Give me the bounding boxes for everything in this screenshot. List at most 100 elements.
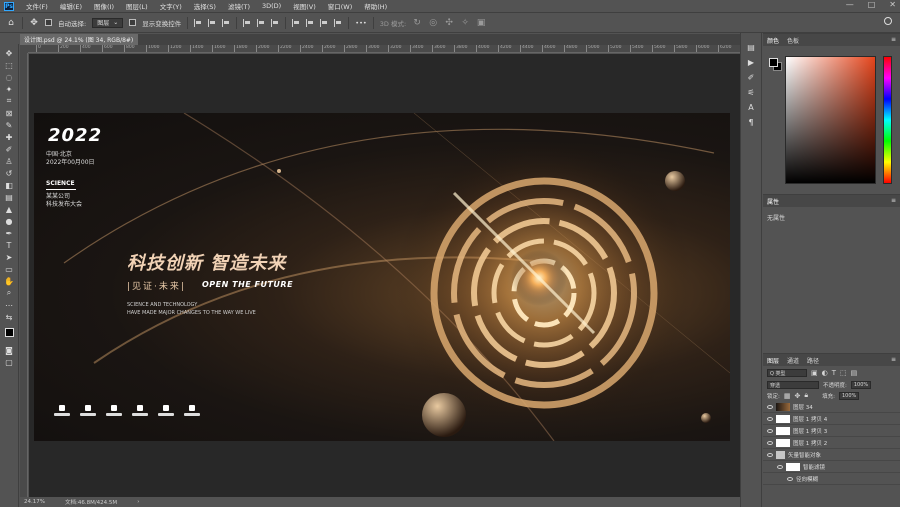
visibility-eye-icon[interactable] — [767, 404, 773, 409]
align-bottom-icon[interactable] — [271, 18, 279, 27]
vertical-ruler[interactable] — [20, 53, 28, 497]
eraser-tool-icon[interactable]: ◧ — [3, 180, 15, 190]
3d-scale-icon[interactable]: ▣ — [476, 18, 486, 28]
align-middle-icon[interactable] — [257, 18, 265, 27]
3d-roll-icon[interactable]: ◎ — [428, 18, 438, 28]
filter-shape-icon[interactable]: ⬚ — [840, 369, 847, 377]
filter-adjust-icon[interactable]: ◐ — [822, 369, 828, 377]
3d-slide-icon[interactable]: ✧ — [460, 18, 470, 28]
crop-tool-icon[interactable]: ⌗ — [3, 96, 15, 106]
healing-brush-tool-icon[interactable]: ✚ — [3, 132, 15, 142]
layer-name[interactable]: 图层 34 — [793, 403, 813, 411]
hand-tool-icon[interactable]: ✋ — [3, 276, 15, 286]
distribute-center-icon[interactable] — [306, 18, 314, 27]
frame-tool-icon[interactable]: ⊠ — [3, 108, 15, 118]
align-left-icon[interactable] — [194, 18, 202, 27]
filter-smart-icon[interactable]: ▤ — [851, 369, 858, 377]
lock-all-icon[interactable]: 🔒︎ — [804, 391, 808, 400]
distribute-right-icon[interactable] — [320, 18, 328, 27]
path-selection-tool-icon[interactable]: ➤ — [3, 252, 15, 262]
menu-3d[interactable]: 3D(D) — [256, 2, 287, 10]
magic-wand-tool-icon[interactable]: ✦ — [3, 84, 15, 94]
layer-item[interactable]: 图层 34 — [763, 401, 900, 413]
minimize-button[interactable]: — — [846, 0, 854, 9]
quick-mask-icon[interactable]: ◙ — [3, 345, 15, 355]
lasso-tool-icon[interactable]: ◌ — [3, 72, 15, 82]
brush-settings-icon[interactable]: ✐ — [746, 73, 756, 82]
tab-properties[interactable]: 属性 — [767, 197, 779, 206]
visibility-eye-icon[interactable] — [767, 452, 773, 457]
layer-item[interactable]: 图层 1 拷贝 2 — [763, 437, 900, 449]
layer-item[interactable]: 径向模糊 — [763, 473, 900, 485]
layer-name[interactable]: 矢量智能对象 — [788, 451, 821, 459]
panel-menu-icon[interactable]: ≡ — [891, 36, 896, 43]
screen-mode-icon[interactable]: ▢ — [3, 357, 15, 367]
distribute-top-icon[interactable] — [334, 18, 342, 27]
status-chevron-icon[interactable]: › — [137, 499, 139, 505]
tab-swatches[interactable]: 色板 — [787, 36, 799, 45]
zoom-level[interactable]: 24.17% — [24, 499, 45, 505]
move-tool-icon[interactable]: ✥ — [3, 48, 15, 58]
auto-select-dropdown[interactable]: 图层 ⌄ — [92, 17, 124, 28]
show-transform-checkbox[interactable] — [129, 19, 137, 26]
horizontal-ruler[interactable]: 0 200 400 600 800 1000 1200 1400 1600 1800 2000 220… — [28, 45, 740, 53]
panel-menu-icon[interactable]: ≡ — [891, 356, 896, 363]
visibility-eye-icon[interactable] — [777, 464, 783, 469]
move-tool-icon[interactable]: ✥ — [29, 18, 39, 28]
history-panel-icon[interactable]: ▤ — [746, 43, 756, 52]
type-tool-icon[interactable]: T — [3, 240, 15, 250]
adjustments-icon[interactable]: ⚟ — [746, 88, 756, 97]
tab-color[interactable]: 颜色 — [767, 36, 779, 45]
color-picker-field[interactable] — [785, 56, 876, 184]
layer-item[interactable]: 图层 1 拷贝 4 — [763, 413, 900, 425]
filter-type-icon[interactable]: T — [832, 369, 836, 377]
menu-view[interactable]: 视图(V) — [287, 1, 322, 11]
layer-kind-filter[interactable]: Q 类型 — [767, 369, 807, 377]
visibility-eye-icon[interactable] — [767, 440, 773, 445]
tab-channels[interactable]: 通道 — [787, 356, 799, 365]
fill-input[interactable]: 100% — [838, 391, 859, 400]
home-icon[interactable]: ⌂ — [6, 18, 16, 28]
tab-layers[interactable]: 图层 — [767, 356, 779, 365]
lock-position-icon[interactable]: ✥ — [794, 392, 800, 400]
background-color-swatch[interactable] — [9, 333, 19, 342]
layer-name[interactable]: 图层 1 拷贝 4 — [793, 415, 827, 423]
visibility-eye-icon[interactable] — [787, 476, 793, 481]
align-top-icon[interactable] — [243, 18, 251, 27]
document-size[interactable]: 文档:46.8M/424.5M — [65, 498, 117, 506]
tab-paths[interactable]: 路径 — [807, 356, 819, 365]
blend-mode-dropdown[interactable]: 穿透 — [767, 381, 819, 389]
visibility-eye-icon[interactable] — [767, 428, 773, 433]
hue-slider[interactable] — [883, 56, 892, 184]
3d-rotate-icon[interactable]: ↻ — [412, 18, 422, 28]
dodge-tool-icon[interactable]: ● — [3, 216, 15, 226]
layer-item[interactable]: 智能滤镜 — [763, 461, 900, 473]
distribute-left-icon[interactable] — [292, 18, 300, 27]
search-icon[interactable] — [884, 17, 892, 25]
layer-name[interactable]: 径向模糊 — [796, 475, 818, 483]
menu-image[interactable]: 图像(I) — [88, 1, 120, 11]
menu-edit[interactable]: 编辑(E) — [54, 1, 88, 11]
layer-item[interactable]: 矢量智能对象 — [763, 449, 900, 461]
character-panel-icon[interactable]: A — [746, 103, 756, 112]
document-tab[interactable]: 设计图.psd @ 24.1% (图 34, RGB/8#) × — [20, 34, 138, 45]
panel-menu-icon[interactable]: ≡ — [891, 197, 896, 204]
design-artwork[interactable]: 2022 中国·北京 2022年00月00日 SCIENCE 某某公司 科技发布… — [34, 113, 730, 441]
layer-name[interactable]: 智能滤镜 — [803, 463, 825, 471]
align-center-icon[interactable] — [208, 18, 216, 27]
more-options-button[interactable]: ••• — [355, 19, 367, 27]
layer-name[interactable]: 图层 1 拷贝 3 — [793, 427, 827, 435]
layer-name[interactable]: 图层 1 拷贝 2 — [793, 439, 827, 447]
paragraph-panel-icon[interactable]: ¶ — [746, 118, 756, 127]
3d-pan-icon[interactable]: ✣ — [444, 18, 454, 28]
marquee-tool-icon[interactable]: ⬚ — [3, 60, 15, 70]
swap-colors-icon[interactable]: ⇆ — [3, 312, 15, 322]
eyedropper-tool-icon[interactable]: ✎ — [3, 120, 15, 130]
zoom-tool-icon[interactable]: ⌕ — [3, 288, 15, 298]
more-tools-icon[interactable]: ⋯ — [3, 300, 15, 310]
history-brush-tool-icon[interactable]: ↺ — [3, 168, 15, 178]
visibility-eye-icon[interactable] — [767, 416, 773, 421]
maximize-button[interactable]: □ — [868, 0, 876, 9]
align-right-icon[interactable] — [222, 18, 230, 27]
opacity-input[interactable]: 100% — [850, 381, 871, 389]
